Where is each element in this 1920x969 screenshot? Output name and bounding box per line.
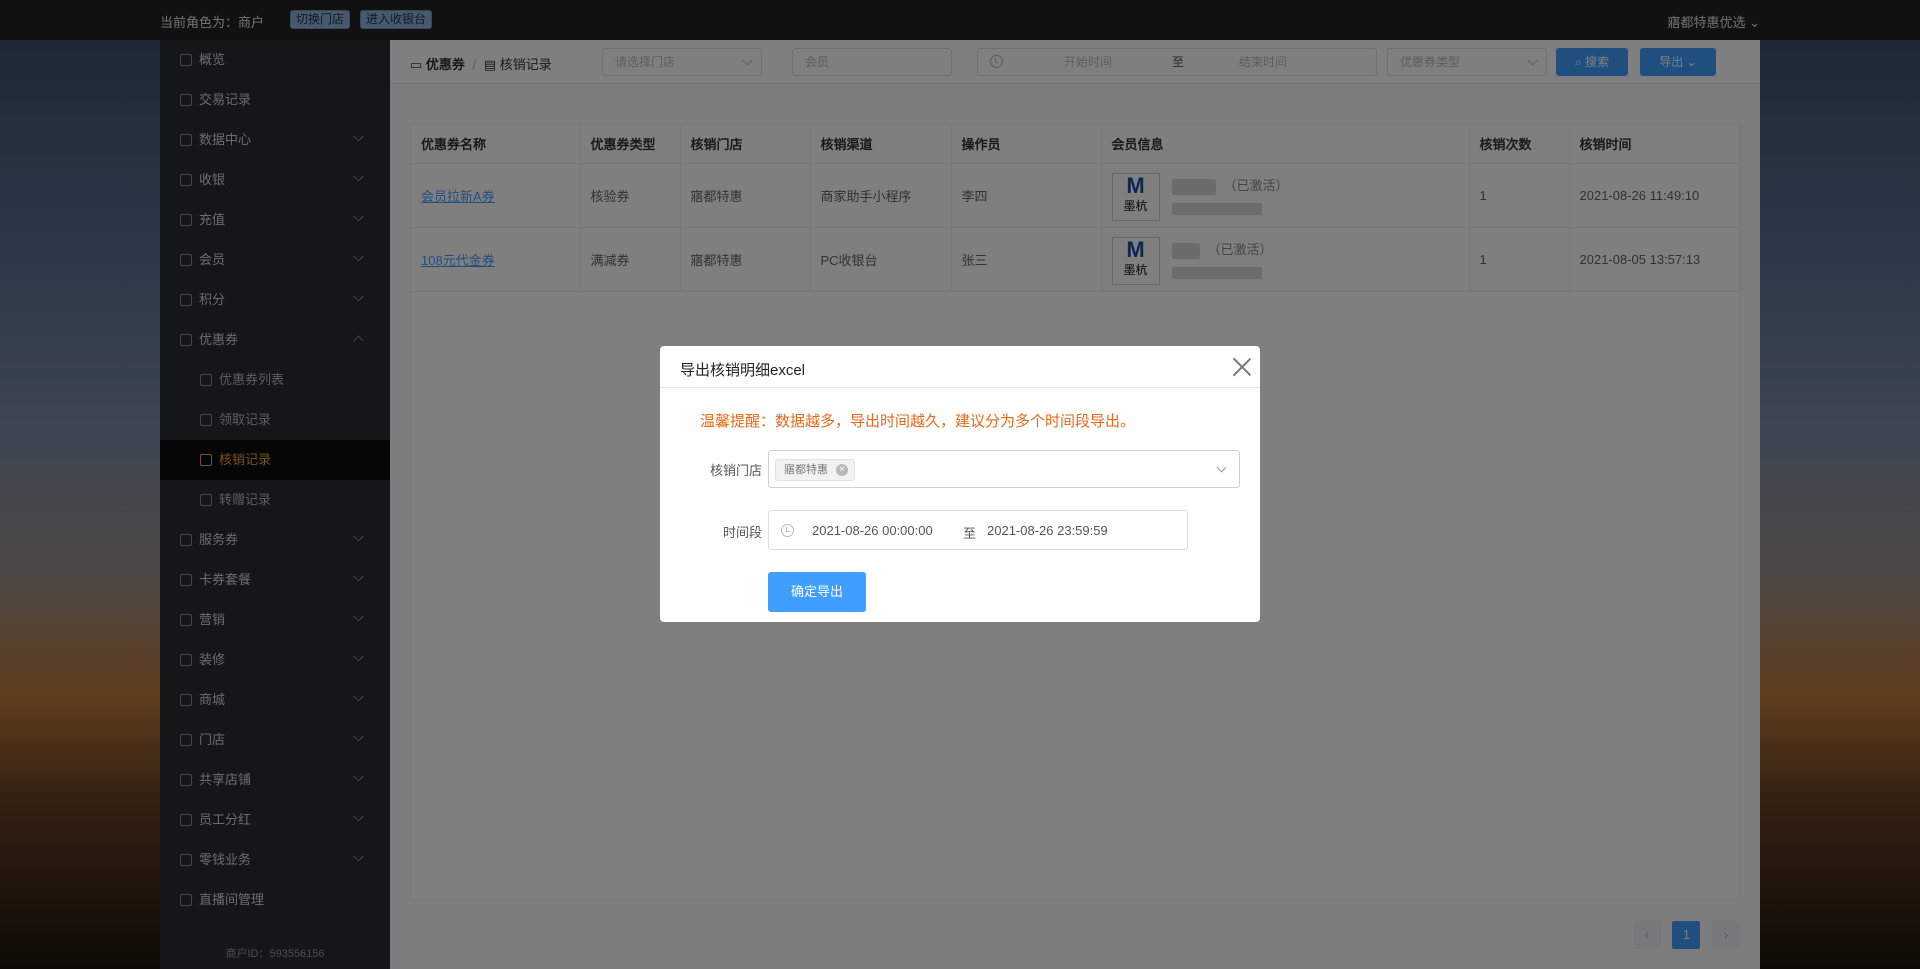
export-date-range[interactable]: 2021-08-26 00:00:00 至 2021-08-26 23:59:5… (768, 510, 1188, 550)
range-separator: 至 (963, 526, 977, 541)
export-end-time[interactable]: 2021-08-26 23:59:59 (987, 523, 1108, 538)
export-dialog: 导出核销明细excel 温馨提醒：数据越多，导出时间越久，建议分为多个时间段导出… (660, 346, 1260, 622)
clock-icon (781, 524, 794, 537)
close-icon[interactable] (1232, 356, 1252, 376)
confirm-export-button[interactable]: 确定导出 (768, 572, 866, 612)
time-range-label: 时间段 (722, 525, 762, 540)
store-label: 核销门店 (709, 463, 762, 478)
export-start-time[interactable]: 2021-08-26 00:00:00 (812, 523, 933, 538)
export-store-select[interactable]: 寤都特惠 × (768, 450, 1240, 488)
export-tip: 温馨提醒：数据越多，导出时间越久，建议分为多个时间段导出。 (700, 413, 1136, 430)
store-tag: 寤都特惠 × (775, 459, 855, 481)
dialog-title: 导出核销明细excel (680, 362, 806, 379)
remove-tag-icon[interactable]: × (836, 464, 848, 476)
store-tag-label: 寤都特惠 (784, 464, 828, 476)
chevron-down-icon (1216, 462, 1227, 473)
dialog-header: 导出核销明细excel (660, 346, 1260, 388)
